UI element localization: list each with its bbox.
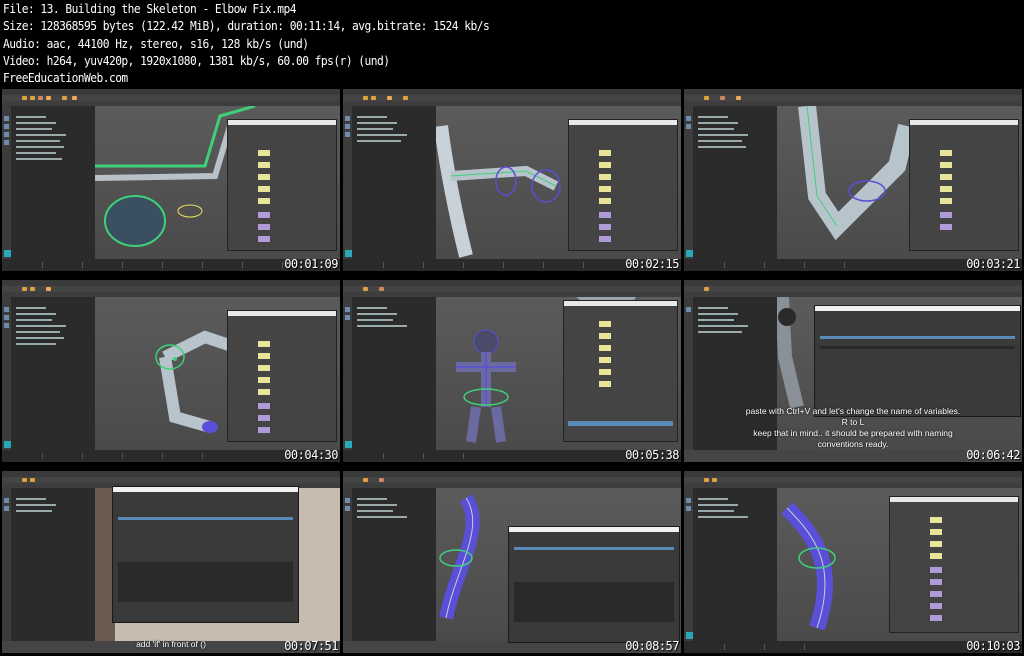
- toolbox: [2, 488, 11, 641]
- file-name-line: File: 13. Building the Skeleton - Elbow …: [3, 1, 297, 16]
- subtitle-line-3: keep that in mind.. it should be prepare…: [753, 428, 953, 438]
- editor-titlebar: [890, 497, 1018, 502]
- toolbox: [343, 106, 352, 259]
- editor-titlebar: [569, 120, 677, 125]
- editor-titlebar: [564, 301, 677, 306]
- node-editor-window[interactable]: [227, 310, 337, 442]
- thumbnail-3[interactable]: 00:03:21: [684, 89, 1022, 271]
- dialog-titlebar: [113, 487, 298, 492]
- file-info-header: File: 13. Building the Skeleton - Elbow …: [3, 0, 490, 86]
- outliner-panel: [352, 488, 436, 641]
- editor-titlebar: [910, 120, 1018, 125]
- timestamp: 00:01:09: [284, 257, 338, 271]
- video-info-line: Video: h264, yuv420p, 1920x1080, 1381 kb…: [3, 52, 390, 68]
- outliner-panel: [11, 297, 95, 450]
- outliner-panel: [11, 488, 95, 641]
- thumbnail-4[interactable]: 00:04:30: [2, 280, 340, 462]
- maya-logo-icon: [345, 250, 352, 257]
- dialog-titlebar: [815, 306, 1020, 311]
- script-editor-dialog[interactable]: [508, 526, 680, 643]
- site-watermark: FreeEducationWeb.com: [3, 70, 128, 86]
- outliner-panel: [693, 488, 777, 641]
- thumbnail-5[interactable]: 00:05:38: [343, 280, 681, 462]
- thumbnail-7[interactable]: add 'if' in front of () 00:07:51: [2, 471, 340, 653]
- timestamp: 00:07:51: [284, 639, 338, 653]
- node-editor-window[interactable]: [227, 119, 337, 251]
- maya-logo-icon: [4, 250, 11, 257]
- node-editor-window[interactable]: [568, 119, 678, 251]
- timestamp: 00:05:38: [625, 448, 679, 462]
- thumbnail-1[interactable]: 00:01:09: [2, 89, 340, 271]
- timestamp: 00:04:30: [284, 448, 338, 462]
- dialog-titlebar: [509, 527, 679, 532]
- timestamp: 00:08:57: [625, 639, 679, 653]
- script-editor-dialog[interactable]: [814, 305, 1021, 417]
- thumbnail-2[interactable]: 00:02:15: [343, 89, 681, 271]
- timestamp: 00:10:03: [966, 639, 1020, 653]
- maya-logo-icon: [686, 250, 693, 257]
- outliner-panel: [352, 297, 436, 450]
- node-editor-window[interactable]: [909, 119, 1019, 251]
- thumbnail-6[interactable]: paste with Ctrl+V and let's change the n…: [684, 280, 1022, 462]
- editor-titlebar: [228, 311, 336, 316]
- node-editor-window[interactable]: [889, 496, 1019, 633]
- timestamp: 00:03:21: [966, 257, 1020, 271]
- subtitle-line-1: paste with Ctrl+V and let's change the n…: [745, 406, 961, 416]
- toolbox: [343, 488, 352, 641]
- file-size-line: Size: 128368595 bytes (122.42 MiB), dura…: [3, 18, 490, 34]
- maya-logo-icon: [686, 632, 693, 639]
- audio-info-line: Audio: aac, 44100 Hz, stereo, s16, 128 k…: [3, 35, 309, 51]
- outliner-panel: [352, 106, 436, 259]
- script-editor-dialog[interactable]: [112, 486, 299, 623]
- editor-titlebar: [228, 120, 336, 125]
- toolbox: [2, 297, 11, 450]
- subtitle-line-2: R to L: [841, 417, 865, 427]
- toolbox: [343, 297, 352, 450]
- outliner-panel: [11, 106, 95, 259]
- toolbox: [684, 488, 693, 641]
- timestamp: 00:02:15: [625, 257, 679, 271]
- outliner-panel: [693, 106, 777, 259]
- thumbnail-9[interactable]: 00:10:03: [684, 471, 1022, 653]
- thumbnail-8[interactable]: 00:08:57: [343, 471, 681, 653]
- maya-logo-icon: [4, 441, 11, 448]
- node-editor-window[interactable]: [563, 300, 678, 442]
- maya-logo-icon: [345, 441, 352, 448]
- toolbox: [684, 106, 693, 259]
- timestamp: 00:06:42: [966, 448, 1020, 462]
- toolbox: [2, 106, 11, 259]
